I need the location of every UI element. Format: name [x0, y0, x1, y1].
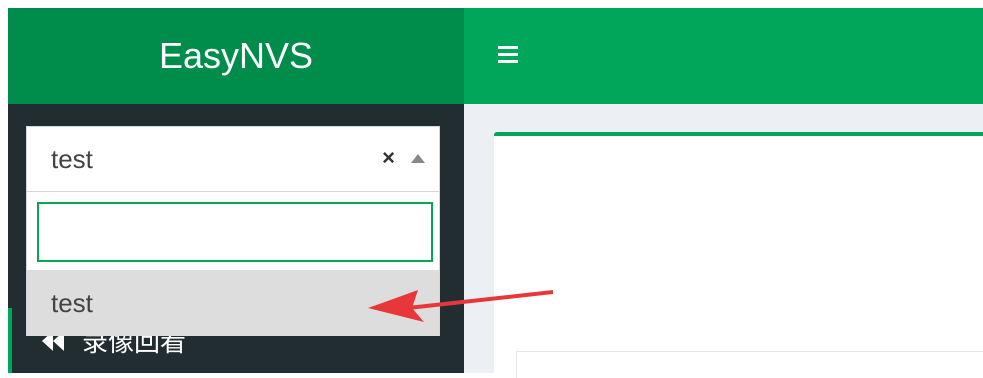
app-title: EasyNVS	[158, 35, 314, 76]
content-area	[464, 104, 983, 378]
select-search-input[interactable]	[37, 202, 433, 262]
annotation-arrow-icon	[368, 290, 553, 322]
caret-up-icon[interactable]	[411, 154, 425, 163]
content-inner-panel	[516, 351, 983, 378]
hamburger-icon[interactable]	[498, 46, 518, 66]
select-selected-value: test	[51, 143, 93, 174]
top-navbar	[464, 8, 983, 104]
device-select[interactable]: test ×	[26, 126, 440, 192]
content-box	[494, 132, 983, 378]
clear-icon[interactable]: ×	[382, 145, 395, 171]
app-logo[interactable]: EasyNVS	[8, 8, 464, 104]
